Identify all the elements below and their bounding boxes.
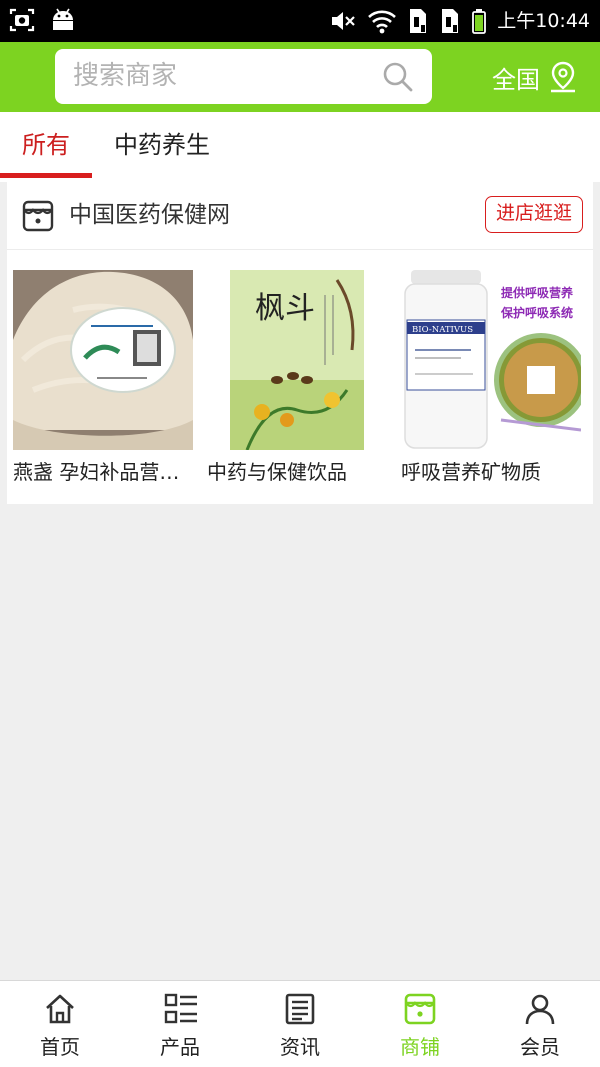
nav-products[interactable]: 产品 bbox=[120, 981, 240, 1067]
book-cover-image: 枫斗 bbox=[207, 270, 387, 450]
bottle-brand: BIO-NATIVUS bbox=[412, 325, 473, 335]
search-box[interactable]: 搜索商家 bbox=[55, 49, 432, 104]
product-item[interactable]: 提供呼吸营养 保护呼吸系统 BIO-NATIVUS 呼吸营养矿物质 bbox=[401, 270, 581, 485]
member-icon bbox=[525, 994, 555, 1025]
product-badge-line-2: 保护呼吸系统 bbox=[500, 305, 573, 320]
product-item[interactable]: 枫斗 中药与保健饮品 bbox=[207, 270, 387, 485]
search-input[interactable]: 搜索商家 bbox=[73, 49, 177, 104]
store-header[interactable]: 中国医药保健网 进店逛逛 bbox=[7, 182, 593, 250]
store-icon bbox=[404, 993, 436, 1025]
mute-icon bbox=[332, 12, 356, 30]
top-header: 搜索商家 全国 bbox=[0, 42, 600, 112]
screenshot-icon bbox=[9, 8, 35, 32]
active-tab-indicator bbox=[0, 173, 92, 178]
wifi-icon bbox=[368, 10, 397, 34]
product-badge-line-1: 提供呼吸营养 bbox=[501, 285, 573, 300]
product-list-icon bbox=[164, 993, 197, 1024]
tab-all[interactable]: 所有 bbox=[0, 112, 92, 182]
sim-card-icon bbox=[410, 9, 427, 33]
product-name: 中药与保健饮品 bbox=[207, 460, 347, 484]
shop-icon bbox=[22, 200, 54, 232]
nav-home-label: 首页 bbox=[40, 1035, 80, 1059]
search-icon[interactable] bbox=[382, 61, 414, 93]
category-tabs: 所有 中药养生 bbox=[0, 112, 600, 182]
region-label: 全国 bbox=[492, 65, 540, 94]
android-icon bbox=[53, 8, 73, 30]
birds-nest-image bbox=[13, 270, 193, 450]
news-icon bbox=[285, 993, 315, 1025]
region-selector[interactable]: 全国 bbox=[492, 42, 578, 112]
store-card: 中国医药保健网 进店逛逛 燕盏 孕妇补品营… 枫斗 中药与保健饮品 提供呼吸营养… bbox=[7, 182, 593, 504]
battery-icon bbox=[472, 9, 487, 34]
clock: 上午10:44 bbox=[497, 10, 590, 32]
nav-products-label: 产品 bbox=[160, 1035, 200, 1059]
home-icon bbox=[46, 994, 74, 1024]
product-item[interactable]: 燕盏 孕妇补品营… bbox=[13, 270, 193, 485]
product-name: 燕盏 孕妇补品营… bbox=[13, 460, 180, 484]
product-name: 呼吸营养矿物质 bbox=[401, 460, 541, 484]
store-name: 中国医药保健网 bbox=[69, 202, 230, 228]
bottom-navigation: 首页 产品 资讯 商铺 会员 bbox=[0, 980, 600, 1067]
nav-news[interactable]: 资讯 bbox=[240, 981, 360, 1067]
book-title: 枫斗 bbox=[255, 291, 315, 326]
supplement-bottle-image: 提供呼吸营养 保护呼吸系统 BIO-NATIVUS bbox=[401, 270, 581, 450]
tab-tcm-health[interactable]: 中药养生 bbox=[100, 112, 224, 182]
product-image[interactable]: 枫斗 bbox=[207, 270, 387, 450]
visit-store-button[interactable]: 进店逛逛 bbox=[485, 196, 583, 233]
status-bar: 上午10:44 bbox=[0, 0, 600, 42]
nav-news-label: 资讯 bbox=[280, 1035, 320, 1059]
sim-card-icon-2 bbox=[442, 9, 459, 33]
nav-home[interactable]: 首页 bbox=[0, 981, 120, 1067]
nav-stores-label: 商铺 bbox=[400, 1035, 440, 1059]
product-image[interactable] bbox=[13, 270, 193, 450]
location-pin-icon bbox=[551, 61, 575, 93]
nav-member[interactable]: 会员 bbox=[480, 981, 600, 1067]
nav-member-label: 会员 bbox=[520, 1035, 560, 1059]
nav-stores[interactable]: 商铺 bbox=[360, 981, 480, 1067]
product-image[interactable]: 提供呼吸营养 保护呼吸系统 BIO-NATIVUS bbox=[401, 270, 581, 450]
